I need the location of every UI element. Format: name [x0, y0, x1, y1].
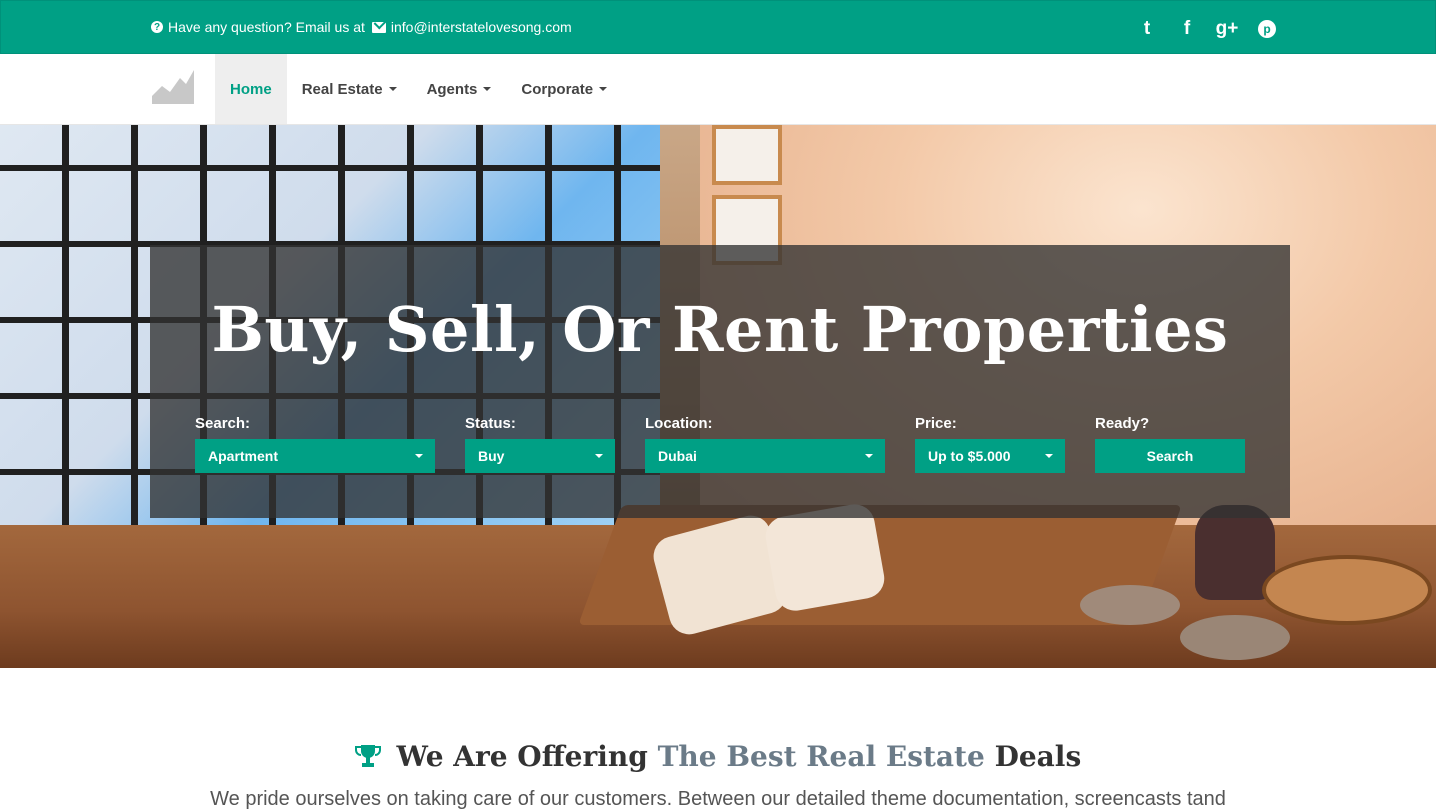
location-select[interactable]: Dubai — [645, 439, 885, 473]
twitter-icon[interactable]: t — [1127, 16, 1167, 42]
field-label: Location: — [645, 415, 713, 432]
nav-menu: Home Real Estate Agents Corporate — [215, 54, 622, 124]
contact-info: ? Have any question? Email us at info@in… — [151, 19, 572, 35]
pinterest-icon[interactable]: p — [1258, 20, 1276, 38]
hero-stone-decor — [1180, 615, 1290, 660]
search-button[interactable]: Search — [1095, 439, 1245, 473]
caret-down-icon — [595, 454, 603, 458]
field-label: Status: — [465, 415, 516, 432]
contact-email-link[interactable]: info@interstatelovesong.com — [391, 19, 572, 35]
caret-down-icon — [599, 87, 608, 91]
search-type-field: Search: Apartment — [195, 415, 435, 473]
title-part-b: The Best Real Estate — [657, 740, 985, 773]
social-links: t f g+ p — [1127, 16, 1287, 42]
section-description: We pride ourselves on taking care of our… — [210, 788, 1226, 810]
caret-down-icon — [415, 454, 423, 458]
section-title: We Are Offering The Best Real Estate Dea… — [0, 740, 1436, 773]
status-select[interactable]: Buy — [465, 439, 615, 473]
main-navbar: Home Real Estate Agents Corporate — [0, 54, 1436, 125]
nav-item-corporate[interactable]: Corporate — [506, 54, 622, 124]
select-value: Apartment — [208, 448, 279, 464]
hero-disc-decor — [1262, 555, 1432, 625]
hero-headline: Buy, Sell, Or Rent Properties — [211, 293, 1229, 366]
select-value: Buy — [478, 448, 505, 464]
nav-item-agents[interactable]: Agents — [412, 54, 507, 124]
price-field: Price: Up to $5.000 — [915, 415, 1065, 473]
caret-down-icon — [388, 87, 397, 91]
logo-icon[interactable] — [152, 70, 194, 104]
nav-item-home[interactable]: Home — [215, 54, 287, 124]
contact-prefix: Have any question? Email us at — [168, 19, 365, 35]
price-select[interactable]: Up to $5.000 — [915, 439, 1065, 473]
search-panel: Buy, Sell, Or Rent Properties Search: Ap… — [150, 245, 1290, 518]
search-type-select[interactable]: Apartment — [195, 439, 435, 473]
hero-stone-decor — [1080, 585, 1180, 625]
google-plus-icon[interactable]: g+ — [1207, 16, 1247, 42]
nav-item-label: Real Estate — [301, 80, 383, 98]
nav-item-label: Corporate — [521, 80, 594, 98]
nav-item-real-estate[interactable]: Real Estate — [287, 54, 412, 124]
nav-item-label: Agents — [426, 80, 478, 98]
nav-item-label: Home — [230, 80, 272, 98]
hero-frame-decor — [712, 125, 782, 185]
select-value: Up to $5.000 — [928, 448, 1011, 464]
status-field: Status: Buy — [465, 415, 615, 473]
title-part-c: Deals — [994, 740, 1082, 773]
select-value: Dubai — [658, 448, 697, 464]
caret-down-icon — [1045, 454, 1053, 458]
caret-down-icon — [483, 87, 492, 91]
field-label: Price: — [915, 415, 957, 432]
envelope-icon — [371, 21, 386, 33]
top-bar: ? Have any question? Email us at info@in… — [0, 0, 1436, 54]
field-label: Search: — [195, 415, 251, 432]
facebook-icon[interactable]: f — [1167, 16, 1207, 42]
question-icon: ? — [151, 21, 163, 33]
title-part-a: We Are Offering — [396, 740, 648, 773]
trophy-icon — [354, 745, 381, 767]
ready-field: Ready? Search — [1095, 415, 1245, 473]
hero-pillow-decor — [762, 501, 888, 614]
location-field: Location: Dubai — [645, 415, 885, 473]
caret-down-icon — [865, 454, 873, 458]
field-label: Ready? — [1095, 415, 1150, 432]
